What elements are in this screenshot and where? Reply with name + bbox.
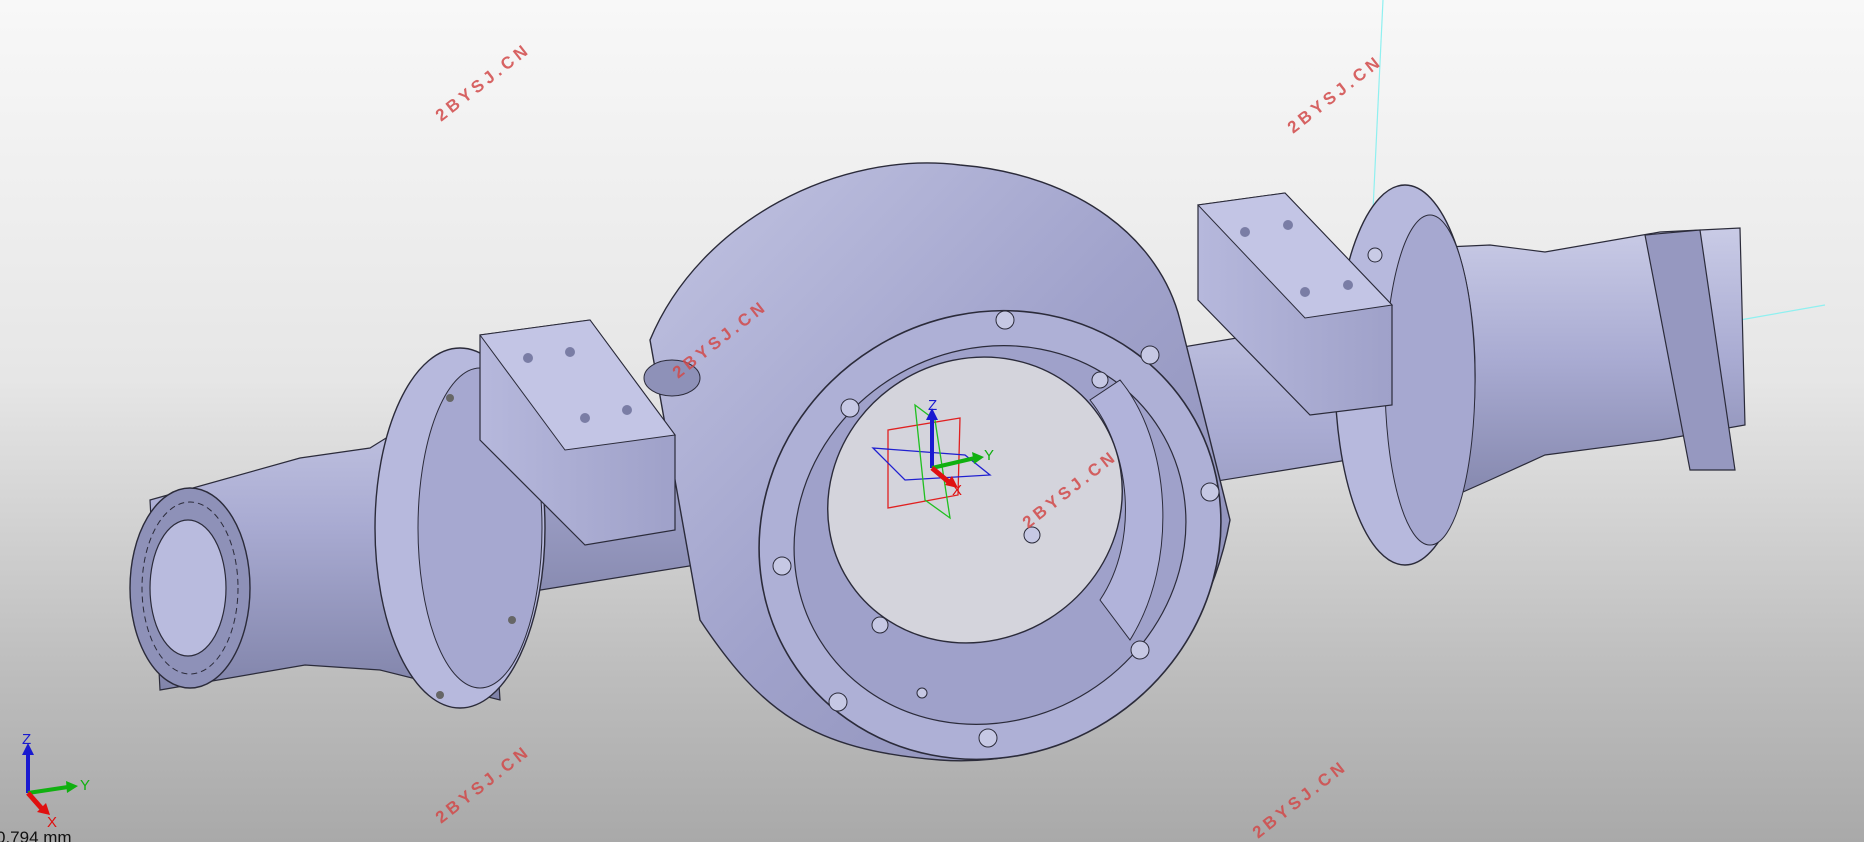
compass-y-label: Y bbox=[984, 447, 994, 464]
scale-readout: 0.794 mm bbox=[0, 828, 72, 842]
axis-triad-icon: Z Y X bbox=[22, 731, 90, 831]
triad-z-label: Z bbox=[22, 731, 31, 748]
compass-z-label: Z bbox=[928, 397, 937, 414]
triad-y-label: Y bbox=[80, 777, 90, 794]
compass-x-label: X bbox=[952, 482, 962, 499]
axle-housing-model[interactable]: Z Y X Z Y X bbox=[0, 0, 1864, 842]
3d-viewport[interactable]: Z Y X Z Y X 2BYSJ.CN 2BYSJ.CN 2BYSJ.CN 2… bbox=[0, 0, 1864, 842]
